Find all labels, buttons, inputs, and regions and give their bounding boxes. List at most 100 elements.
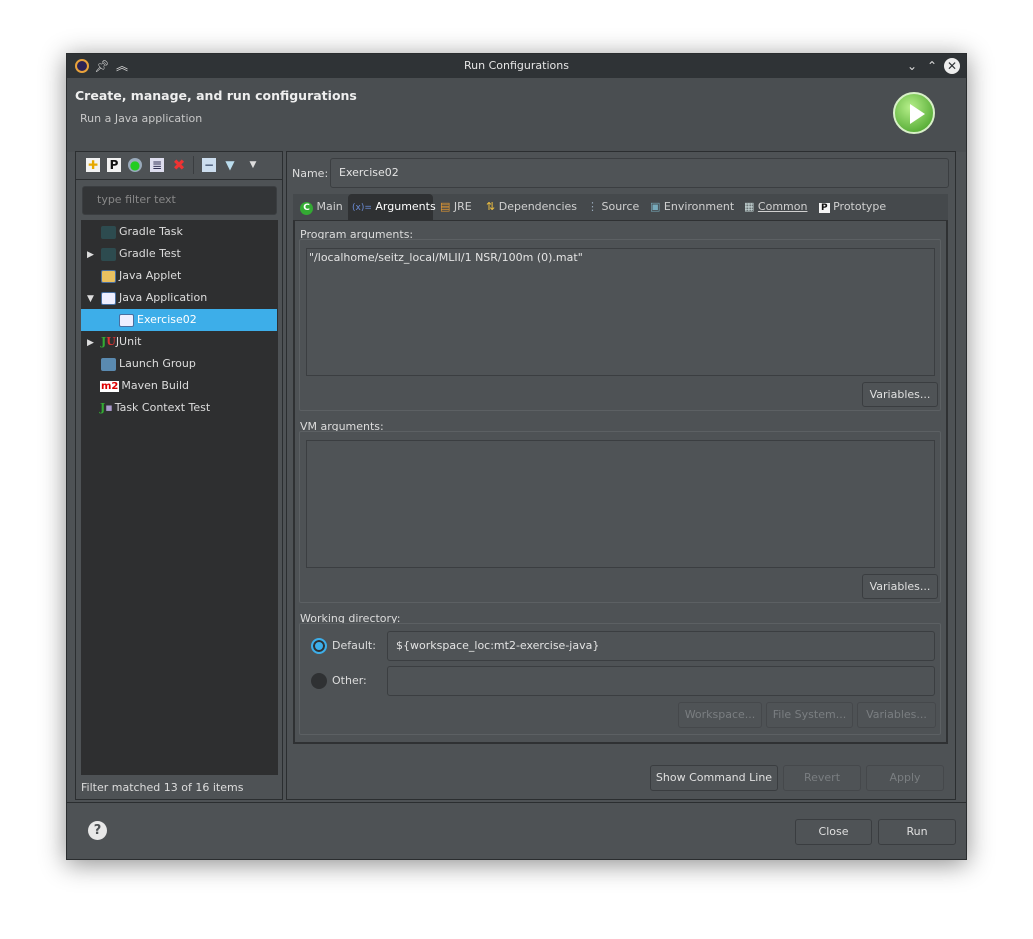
- collapse-arrow-icon[interactable]: ▼: [87, 288, 101, 310]
- tab-label: Arguments: [375, 200, 436, 213]
- name-input[interactable]: Exercise02: [330, 158, 949, 188]
- filter-input[interactable]: type filter text: [82, 186, 277, 215]
- revert-button[interactable]: Revert: [783, 765, 861, 791]
- launch-group-icon: [101, 357, 116, 371]
- new-prototype-icon[interactable]: P: [107, 158, 121, 172]
- window-title: Run Configurations: [464, 59, 569, 72]
- common-tab-icon: ▦: [744, 200, 755, 213]
- other-dir-input[interactable]: [387, 666, 935, 696]
- maven-icon: m2: [100, 381, 120, 392]
- tab-label: Dependencies: [498, 200, 578, 213]
- vm-args-textarea[interactable]: [306, 440, 935, 568]
- tab-label: Common: [757, 200, 808, 213]
- tab-common[interactable]: ▦ Common: [740, 194, 811, 219]
- run-configurations-dialog: 📌︎ ︽ Run Configurations ⌄ ⌃ ✕ Create, ma…: [66, 53, 967, 860]
- delete-icon[interactable]: ✖: [172, 158, 186, 173]
- tree-item-gradle-task[interactable]: Gradle Task: [81, 221, 277, 243]
- arguments-tab-icon: (x)=: [352, 203, 372, 213]
- tree-item-junit[interactable]: ▶ JUJUnit: [81, 331, 277, 353]
- gradle-icon: [101, 225, 116, 239]
- program-variables-button[interactable]: Variables...: [862, 382, 938, 407]
- tree-item-launch-group[interactable]: Launch Group: [81, 353, 277, 375]
- file-system-button[interactable]: File System...: [766, 702, 853, 728]
- tab-label: Prototype: [833, 200, 887, 213]
- run-banner-icon: [893, 92, 935, 134]
- tree-item-maven-build[interactable]: m2 Maven Build: [81, 375, 277, 397]
- toolbar-separator: [193, 156, 194, 174]
- tree-item-gradle-test[interactable]: ▶ Gradle Test: [81, 243, 277, 265]
- default-label: Default:: [332, 639, 376, 652]
- run-button[interactable]: Run: [878, 819, 956, 845]
- java-applet-icon: [101, 269, 116, 283]
- view-menu-icon[interactable]: ▼: [246, 158, 260, 172]
- help-icon[interactable]: ?: [88, 821, 107, 840]
- environment-tab-icon: ▣: [650, 200, 661, 213]
- other-label: Other:: [332, 674, 367, 687]
- expand-arrow-icon[interactable]: ▶: [87, 332, 101, 354]
- tab-main[interactable]: C Main: [296, 194, 347, 219]
- tree-item-label: JUnit: [115, 335, 142, 348]
- prototype-tab-icon: P: [819, 203, 830, 213]
- tree-item-label: Java Application: [119, 291, 208, 304]
- tree-item-label: Java Applet: [119, 269, 182, 282]
- close-button[interactable]: Close: [795, 819, 872, 845]
- tree-item-java-applet[interactable]: Java Applet: [81, 265, 277, 287]
- default-dir-input[interactable]: ${workspace_loc:mt2-exercise-java}: [387, 631, 935, 661]
- close-window-button[interactable]: ✕: [944, 58, 960, 74]
- tab-dependencies[interactable]: ⇅ Dependencies: [482, 194, 581, 219]
- tree-item-label: Maven Build: [121, 379, 189, 392]
- tree-item-task-context-test[interactable]: J▪ Task Context Test: [81, 397, 277, 419]
- filter-icon[interactable]: ▼: [223, 158, 237, 172]
- toolbar-divider: [76, 179, 282, 180]
- junit-icon: JU: [101, 335, 116, 348]
- workspace-button[interactable]: Workspace...: [678, 702, 762, 728]
- maximize-button[interactable]: ⌃: [924, 58, 940, 74]
- tree-item-label: Gradle Test: [119, 247, 181, 260]
- name-label: Name:: [292, 167, 329, 180]
- expand-arrow-icon[interactable]: ▶: [87, 244, 101, 266]
- config-editor-panel: Name: Exercise02 C Main (x)= Arguments ▤…: [286, 151, 956, 800]
- gradle-icon: [101, 247, 116, 261]
- duplicate-icon[interactable]: ≣: [150, 158, 164, 172]
- tree-item-label: Launch Group: [119, 357, 196, 370]
- collapse-all-icon[interactable]: −: [202, 158, 216, 172]
- tab-environment[interactable]: ▣ Environment: [646, 194, 738, 219]
- minimize-button[interactable]: ⌄: [904, 58, 920, 74]
- workdir-variables-button[interactable]: Variables...: [857, 702, 936, 728]
- jre-tab-icon: ▤: [440, 200, 451, 213]
- header-title: Create, manage, and run configurations: [75, 88, 357, 103]
- tree-item-label: Gradle Task: [119, 225, 183, 238]
- tree-item-label: Exercise02: [137, 313, 197, 326]
- config-tree: Gradle Task ▶ Gradle Test Java Applet ▼ Ja…: [81, 220, 278, 775]
- java-application-icon: [101, 291, 116, 305]
- task-context-icon: J▪: [100, 401, 113, 414]
- arguments-tab-content: Program arguments: "/localhome/seitz_loc…: [293, 220, 948, 744]
- vm-variables-button[interactable]: Variables...: [862, 574, 938, 599]
- new-config-icon[interactable]: ✚: [86, 158, 100, 172]
- tab-bar: C Main (x)= Arguments ▤ JRE ⇅ Dependenci…: [293, 194, 948, 221]
- program-args-textarea[interactable]: "/localhome/seitz_local/MLII/1 NSR/100m …: [306, 248, 935, 376]
- config-list-panel: ✚ P ● ≣ ✖ − ▼ ▼ type filter text Gradle …: [75, 151, 283, 800]
- tab-jre[interactable]: ▤ JRE: [436, 194, 476, 219]
- footer-divider: [67, 802, 966, 803]
- apply-button[interactable]: Apply: [866, 765, 944, 791]
- dependencies-tab-icon: ⇅: [486, 200, 496, 213]
- other-radio[interactable]: [311, 673, 327, 689]
- show-command-line-button[interactable]: Show Command Line: [650, 765, 778, 791]
- main-tab-icon: C: [300, 202, 313, 215]
- export-icon[interactable]: ●: [128, 158, 142, 172]
- tab-source[interactable]: ⋮ Source: [583, 194, 643, 219]
- tree-item-exercise02[interactable]: Exercise02: [81, 309, 277, 331]
- tab-prototype[interactable]: P Prototype: [815, 194, 890, 219]
- title-bar: 📌︎ ︽ Run Configurations ⌄ ⌃ ✕: [67, 54, 966, 78]
- tab-arguments[interactable]: (x)= Arguments: [348, 194, 436, 221]
- tab-label: Main: [316, 200, 343, 213]
- tree-item-label: Task Context Test: [114, 401, 211, 414]
- java-application-icon: [119, 313, 134, 327]
- tree-item-java-application[interactable]: ▼ Java Application: [81, 287, 277, 309]
- tab-label: Environment: [663, 200, 735, 213]
- tab-label: Source: [601, 200, 640, 213]
- header-subtitle: Run a Java application: [80, 112, 203, 125]
- dialog-header: Create, manage, and run configurations R…: [67, 78, 966, 152]
- default-radio[interactable]: [311, 638, 327, 654]
